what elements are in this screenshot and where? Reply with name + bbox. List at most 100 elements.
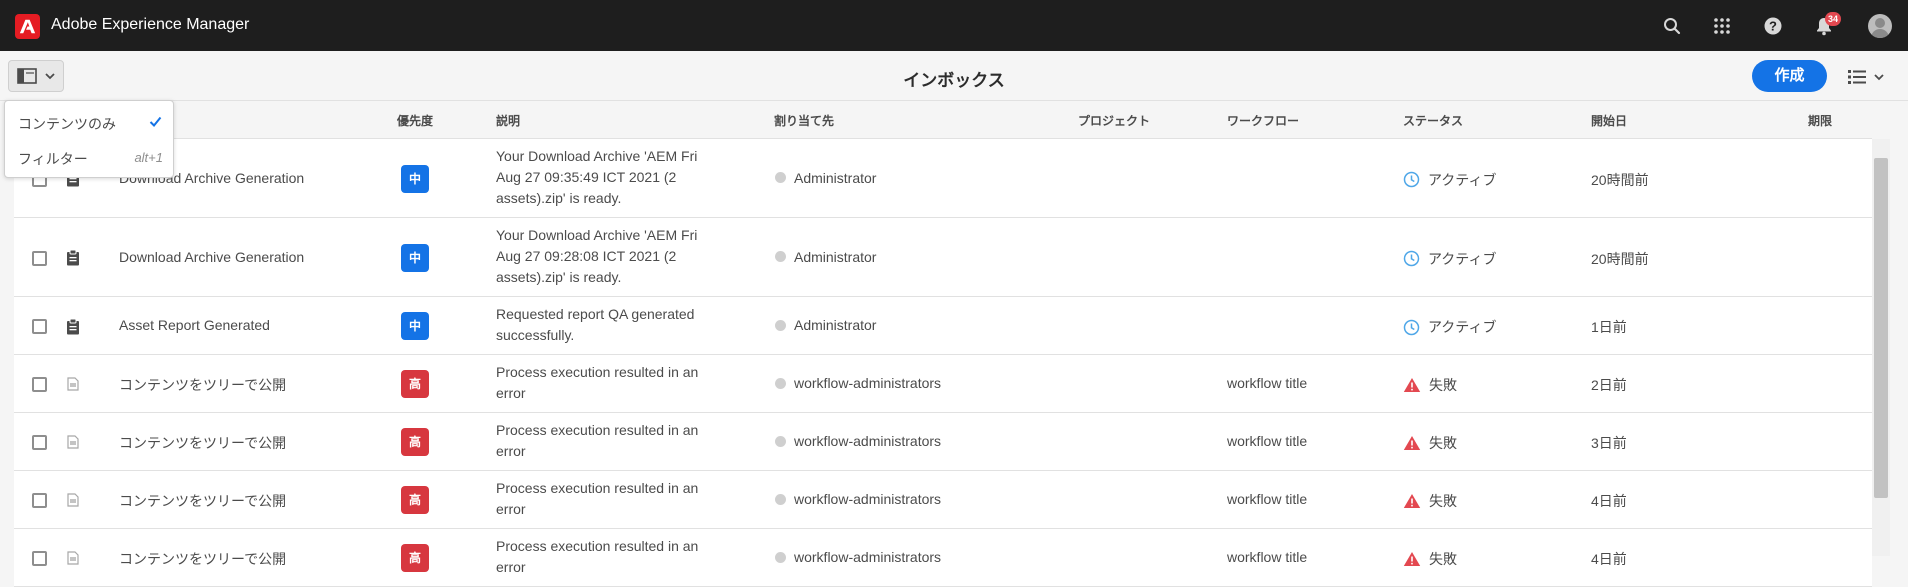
row-checkbox[interactable] [32,319,47,334]
priority-badge: 中 [401,164,429,193]
chevron-down-icon [1874,74,1884,81]
assignee-name: workflow-administrators [794,549,942,565]
row-description: Process execution resulted in an error [496,478,726,520]
clock-icon [1403,319,1420,336]
description-line: error [496,443,526,459]
document-icon [65,491,81,509]
alert-icon [1403,377,1421,393]
description-line: Process execution resulted in an [496,364,699,380]
bell-icon[interactable]: 34 [1812,12,1842,38]
document-icon [65,375,81,393]
row-status: 失敗 [1403,375,1457,395]
svg-text:?: ? [1769,19,1777,34]
assignee-avatar-icon [775,319,786,331]
row-assignee: workflow-administrators [775,549,941,565]
help-icon[interactable]: ? [1761,14,1785,38]
row-assignee: Administrator [775,317,876,333]
clipboard-icon [65,249,81,267]
column-header-workflow[interactable]: ワークフロー [1227,112,1299,129]
row-checkbox[interactable] [32,493,47,508]
column-header-project[interactable]: プロジェクト [1078,112,1150,129]
table-row[interactable]: コンテンツをツリーで公開 高 Process execution resulted … [14,355,1872,413]
row-title[interactable]: コンテンツをツリーで公開 [119,491,286,511]
row-title[interactable]: コンテンツをツリーで公開 [119,549,286,569]
table-row[interactable]: Download Archive Generation 中 Your Downloa… [14,218,1872,297]
table-header: 優先度 説明 割り当て先 プロジェクト ワークフロー ステータス 開始日 期限 [14,101,1872,139]
menu-item-filter[interactable]: フィルター alt+1 [5,140,173,174]
apps-grid-icon[interactable] [1710,14,1734,38]
assignee-name: workflow-administrators [794,433,942,449]
row-status: アクティブ [1403,170,1496,190]
clipboard-icon [65,317,81,335]
row-checkbox[interactable] [32,435,47,450]
description-line: error [496,501,526,517]
table-row[interactable]: コンテンツをツリーで公開 高 Process execution resulted … [14,529,1872,587]
view-switcher-button[interactable] [1848,65,1896,89]
row-assignee: workflow-administrators [775,375,941,391]
row-description: Process execution resulted in an error [496,536,726,578]
row-title[interactable]: コンテンツをツリーで公開 [119,433,286,453]
description-line: Your Download Archive 'AEM Fri [496,227,698,243]
description-line: successfully. [496,327,575,343]
row-assignee: workflow-administrators [775,491,941,507]
assignee-name: workflow-administrators [794,375,942,391]
description-line: error [496,385,526,401]
alert-icon [1403,435,1421,451]
list-view-icon [1848,70,1866,84]
row-status: 失敗 [1403,491,1457,511]
table-row[interactable]: コンテンツをツリーで公開 高 Process execution resulted … [14,471,1872,529]
column-header-start-date[interactable]: 開始日 [1591,112,1627,129]
row-assignee: Administrator [775,249,876,265]
description-line: Process execution resulted in an [496,538,699,554]
assignee-avatar-icon [775,435,786,447]
row-status: 失敗 [1403,549,1457,569]
alert-icon [1403,493,1421,509]
document-icon [65,549,81,567]
menu-item-label: フィルター [18,151,88,167]
description-line: Process execution resulted in an [496,480,699,496]
alert-icon [1403,551,1421,567]
column-header-priority[interactable]: 優先度 [397,112,433,129]
column-header-status[interactable]: ステータス [1403,112,1463,129]
assignee-name: workflow-administrators [794,491,942,507]
create-button[interactable]: 作成 [1752,60,1827,92]
table-row[interactable]: コンテンツをツリーで公開 高 Process execution resulted … [14,413,1872,471]
rail-toggle-button[interactable] [8,60,64,92]
row-start-date: 20時間前 [1591,171,1649,188]
row-start-date: 4日前 [1591,551,1627,567]
menu-item-content-only[interactable]: コンテンツのみ [5,105,173,139]
action-bar: インボックス 作成 [0,51,1908,101]
assignee-name: Administrator [794,317,877,333]
app-title[interactable]: Adobe Experience Manager [51,16,249,34]
chevron-down-icon [45,73,55,80]
avatar[interactable] [1868,14,1892,38]
priority-badge: 高 [401,544,429,572]
status-label: 失敗 [1429,435,1457,451]
row-title[interactable]: Asset Report Generated [119,317,270,333]
row-start-date: 4日前 [1591,493,1627,509]
search-icon[interactable] [1660,14,1684,38]
row-title[interactable]: コンテンツをツリーで公開 [119,375,286,395]
document-icon [65,433,81,451]
row-checkbox[interactable] [32,377,47,392]
scrollbar-thumb[interactable] [1874,158,1888,498]
column-header-assignee[interactable]: 割り当て先 [774,112,834,129]
row-checkbox[interactable] [32,551,47,566]
table-row[interactable]: Asset Report Generated 中 Requested report … [14,297,1872,355]
description-line: assets).zip' is ready. [496,190,622,206]
column-header-due[interactable]: 期限 [1808,112,1832,129]
status-label: アクティブ [1428,171,1497,188]
status-label: 失敗 [1429,377,1457,393]
column-header-description[interactable]: 説明 [496,112,520,129]
row-start-date: 2日前 [1591,377,1627,393]
table-row[interactable]: Download Archive Generation 中 Your Downloa… [14,139,1872,218]
priority-badge: 高 [401,428,429,456]
row-title[interactable]: Download Archive Generation [119,249,304,265]
priority-badge: 高 [401,486,429,514]
row-description: Process execution resulted in an error [496,420,726,462]
row-checkbox[interactable] [32,250,47,266]
adobe-logo-icon[interactable] [15,14,40,39]
menu-item-label: コンテンツのみ [18,116,116,132]
description-line: assets).zip' is ready. [496,269,622,285]
priority-badge: 高 [401,370,429,398]
